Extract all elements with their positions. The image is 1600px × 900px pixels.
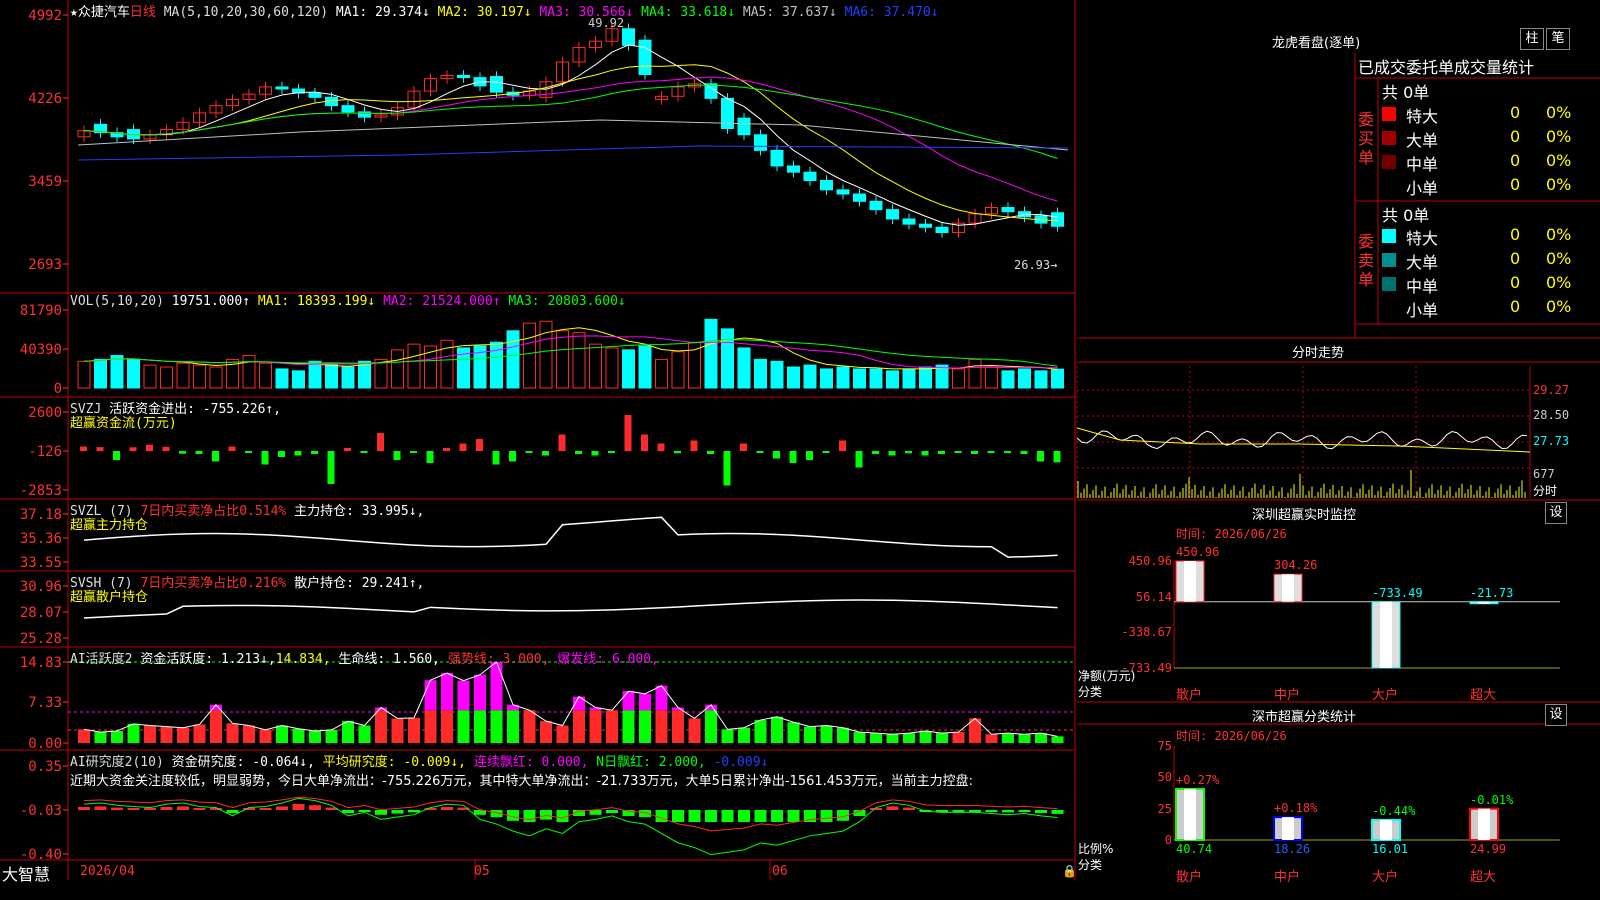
realtime-y-tick-3: -338.67: [1121, 625, 1172, 640]
realtime-category-2: 中户: [1274, 688, 1301, 703]
classify-title: 深市超赢分类统计: [1252, 710, 1357, 725]
sell-label-2: 中单: [1406, 277, 1439, 296]
realtime-bar-highlight-3: [1380, 601, 1392, 668]
buy-swatch-0: [1382, 107, 1396, 121]
buy-label-3: 小单: [1406, 179, 1439, 198]
sell-count-2: 0: [1510, 273, 1521, 292]
sell-pct-0: 0%: [1546, 225, 1572, 244]
buy-row-2: 中单 0 0%: [1382, 151, 1600, 174]
classify-settings-button[interactable]: 设: [1545, 704, 1567, 726]
buy-swatch-2: [1382, 155, 1396, 169]
sell-count-0: 0: [1510, 225, 1521, 244]
buy-total: 共 0单: [1382, 83, 1430, 102]
realtime-bar-label-1: 450.96: [1176, 545, 1220, 559]
classify-category-3: 大户: [1372, 870, 1399, 885]
sell-label-1: 大单: [1406, 253, 1439, 272]
realtime-category-3: 大户: [1372, 688, 1399, 703]
intraday-tick-3: 27.73: [1533, 434, 1570, 448]
classify-value-1: 40.74: [1176, 842, 1213, 856]
buy-pct-0: 0%: [1546, 103, 1572, 122]
classify-bar-highlight-4: [1478, 808, 1490, 840]
buy-row-0: 特大 0 0%: [1382, 103, 1600, 126]
intraday-price-line: [1076, 430, 1528, 450]
sell-label-3: 小单: [1406, 301, 1439, 320]
realtime-bar-highlight-2: [1282, 574, 1294, 602]
buy-count-0: 0: [1510, 103, 1521, 122]
classify-bar-highlight-2: [1282, 817, 1294, 840]
realtime-settings-button[interactable]: 设: [1545, 502, 1567, 524]
classify-value-3: 16.01: [1372, 842, 1409, 856]
sell-swatch-1: [1382, 253, 1396, 267]
realtime-bar-highlight-4: [1478, 601, 1490, 604]
classify-value-2: 18.26: [1274, 842, 1311, 856]
tick-view-button[interactable]: 笔: [1546, 28, 1570, 50]
realtime-bar-label-3: -733.49: [1372, 585, 1423, 600]
intraday-vol-label: 分时: [1533, 484, 1558, 498]
realtime-time: 时间: 2026/06/26: [1176, 527, 1287, 541]
sell-row-3: 小单 0 0%: [1382, 297, 1600, 320]
classify-delta-1: +0.27%: [1176, 772, 1220, 787]
classify-y-tick-2: 50: [1157, 770, 1172, 785]
sell-swatch-2: [1382, 277, 1396, 291]
classify-delta-2: +0.18%: [1274, 801, 1318, 816]
classify-time: 时间: 2026/06/26: [1176, 729, 1287, 743]
realtime-bar-label-2: 304.26: [1274, 558, 1318, 573]
classify-category-4: 超大: [1470, 870, 1497, 885]
classify-category-2: 中户: [1274, 870, 1301, 885]
buy-label-1: 大单: [1406, 131, 1439, 150]
sell-pct-3: 0%: [1546, 297, 1572, 316]
buy-count-3: 0: [1510, 175, 1521, 194]
sell-row-2: 中单 0 0%: [1382, 273, 1600, 296]
realtime-category-1: 散户: [1176, 688, 1203, 703]
classify-x-unit: 分类: [1078, 858, 1103, 872]
sell-pct-2: 0%: [1546, 273, 1572, 292]
buy-pct-2: 0%: [1546, 151, 1572, 170]
classify-y-tick-3: 25: [1157, 801, 1172, 816]
buy-side-label: 委买单: [1358, 110, 1375, 167]
buy-swatch-1: [1382, 131, 1396, 145]
lhb-title: 龙虎看盘(逐单): [1272, 36, 1361, 51]
classify-delta-3: -0.44%: [1372, 803, 1416, 818]
sell-side-label: 委卖单: [1358, 232, 1375, 289]
realtime-category-4: 超大: [1470, 688, 1497, 703]
buy-row-3: 小单 0 0%: [1382, 175, 1600, 198]
sell-swatch-0: [1382, 229, 1396, 243]
realtime-title: 深圳超赢实时监控: [1252, 508, 1357, 523]
sell-row-1: 大单 0 0%: [1382, 249, 1600, 272]
realtime-y-tick-4: -733.49: [1121, 661, 1172, 675]
classify-bar-highlight-3: [1380, 819, 1392, 840]
realtime-y-tick-2: 56.14: [1135, 589, 1172, 604]
lhb-subtitle: 已成交委托单成交量统计: [1358, 58, 1535, 77]
classify-y-tick-1: 75: [1157, 739, 1172, 753]
sell-count-3: 0: [1510, 297, 1521, 316]
intraday-vol-tick: 677: [1533, 467, 1555, 481]
intraday-title: 分时走势: [1292, 346, 1345, 361]
intraday-tick-1: 29.27: [1533, 383, 1570, 397]
buy-label-2: 中单: [1406, 155, 1439, 174]
bar-view-button[interactable]: 柱: [1520, 28, 1544, 50]
realtime-bar-highlight-1: [1184, 561, 1196, 602]
buy-pct-3: 0%: [1546, 175, 1572, 194]
sell-label-0: 特大: [1406, 229, 1439, 248]
intraday-tick-2: 28.50: [1533, 408, 1570, 422]
classify-bar-highlight-1: [1184, 788, 1196, 840]
buy-label-0: 特大: [1406, 107, 1439, 126]
sell-pct-1: 0%: [1546, 249, 1572, 268]
classify-y-tick-4: 0: [1164, 833, 1172, 847]
realtime-x-unit: 分类: [1078, 685, 1103, 699]
buy-row-1: 大单 0 0%: [1382, 127, 1600, 150]
sell-total: 共 0单: [1382, 206, 1430, 225]
buy-count-1: 0: [1510, 127, 1521, 146]
sell-count-1: 0: [1510, 249, 1521, 268]
buy-pct-1: 0%: [1546, 127, 1572, 146]
classify-category-1: 散户: [1176, 870, 1203, 885]
realtime-y-tick-1: 450.96: [1128, 554, 1172, 568]
realtime-bar-label-4: -21.73: [1470, 585, 1514, 600]
classify-y-unit: 比例%: [1078, 842, 1114, 856]
classify-value-4: 24.99: [1470, 842, 1507, 856]
buy-count-2: 0: [1510, 151, 1521, 170]
classify-delta-4: -0.01%: [1470, 792, 1514, 807]
sell-row-0: 特大 0 0%: [1382, 225, 1600, 248]
